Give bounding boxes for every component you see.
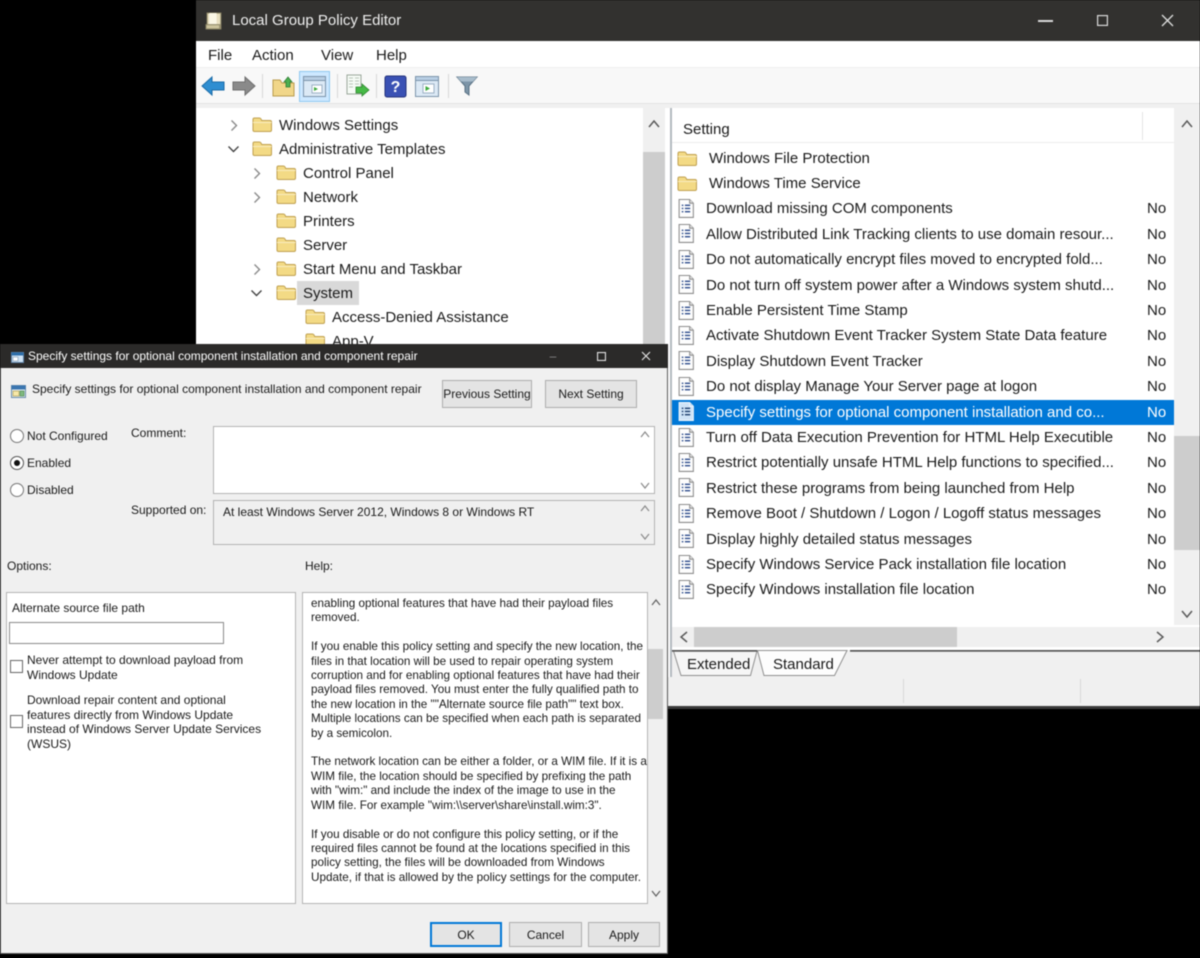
svg-text:?: ? (391, 79, 401, 96)
